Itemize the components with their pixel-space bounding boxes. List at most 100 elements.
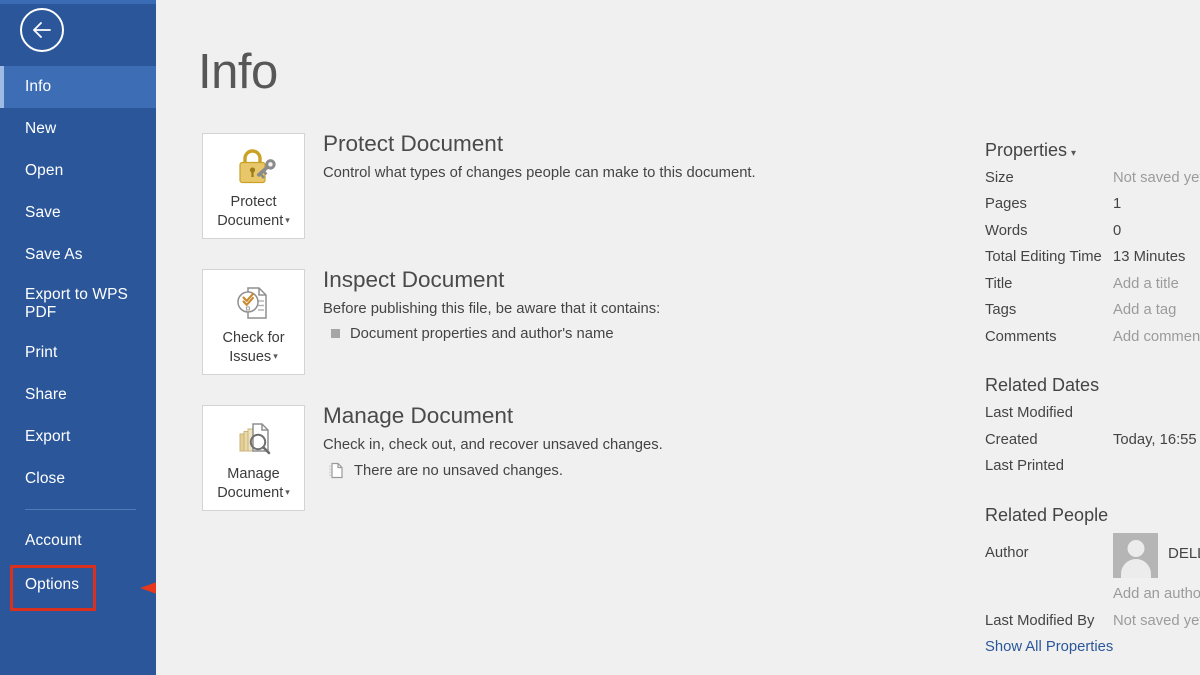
- sidebar-item-label: Share: [25, 386, 67, 404]
- list-item: There are no unsaved changes.: [323, 462, 903, 480]
- property-row-title[interactable]: Title Add a title: [985, 274, 1200, 295]
- sidebar-item-close[interactable]: Close: [0, 458, 156, 500]
- section-heading: Manage Document: [323, 403, 514, 428]
- sidebar-item-label: Export to WPS PDF: [25, 286, 128, 321]
- list-item: Document properties and author's name: [323, 326, 903, 342]
- back-arrow-icon[interactable]: [20, 8, 64, 52]
- lock-and-key-icon: [231, 144, 277, 190]
- protect-document-button[interactable]: Protect Document ▾: [202, 133, 305, 239]
- property-row-comments[interactable]: Comments Add comments: [985, 327, 1200, 348]
- chevron-down-icon: ▾: [285, 486, 290, 497]
- properties-section-title[interactable]: Properties ▾: [985, 140, 1200, 161]
- chevron-down-icon: ▾: [285, 214, 290, 225]
- property-row-size: Size Not saved yet: [985, 168, 1200, 189]
- property-label: Last Printed: [985, 458, 1064, 475]
- property-label: Created: [985, 431, 1038, 448]
- add-author-row[interactable]: Add an author: [985, 584, 1200, 605]
- property-label: Tags: [985, 302, 1017, 319]
- property-label: Last Modified: [985, 405, 1074, 422]
- sidebar-item-options[interactable]: Options: [0, 564, 156, 606]
- property-value: 1: [1113, 196, 1122, 213]
- section-description: Check in, check out, and recover unsaved…: [323, 437, 663, 454]
- avatar-head: [1127, 539, 1144, 557]
- related-people-title: Related People: [985, 504, 1109, 525]
- section-description: Before publishing this file, be aware th…: [323, 301, 661, 318]
- sidebar-item-open[interactable]: Open: [0, 150, 156, 192]
- sidebar-top-strip: [0, 0, 156, 4]
- property-row-tags[interactable]: Tags Add a tag: [985, 300, 1200, 321]
- property-label: Size: [985, 170, 1014, 186]
- sidebar-item-save[interactable]: Save: [0, 192, 156, 234]
- property-row-pages: Pages 1: [985, 194, 1200, 215]
- property-label: Comments: [985, 328, 1057, 345]
- sidebar-item-print[interactable]: Print: [0, 332, 156, 374]
- property-value[interactable]: Add a tag: [1113, 300, 1176, 321]
- square-bullet-icon: [331, 329, 340, 339]
- sidebar-item-label: Close: [25, 470, 66, 488]
- list-item-label: There are no unsaved changes.: [354, 462, 563, 479]
- show-all-properties-row[interactable]: Show All Properties: [985, 637, 1200, 658]
- inspect-document-text: Inspect Document Before publishing this …: [323, 266, 903, 342]
- document-page-icon: [328, 462, 344, 480]
- last-modified-by-row: Last Modified By Not saved yet: [985, 611, 1200, 632]
- manage-document-text: Manage Document Check in, check out, and…: [323, 402, 903, 480]
- check-for-issues-button[interactable]: Check for Issues ▾: [202, 269, 305, 375]
- add-author-link[interactable]: Add an author: [1113, 584, 1200, 605]
- sidebar-item-label: Export: [25, 428, 71, 446]
- sidebar-item-label: Account: [25, 532, 82, 550]
- avatar: [1113, 532, 1158, 578]
- sidebar-item-export[interactable]: Export: [0, 416, 156, 458]
- property-row-total-editing-time: Total Editing Time 13 Minutes: [985, 247, 1200, 268]
- backstage-sidebar: Info New Open Save Save As Export to WPS…: [0, 0, 156, 675]
- sidebar-item-label: Info: [25, 78, 52, 96]
- protect-document-text: Protect Document Control what types of c…: [323, 130, 903, 185]
- section-heading: Protect Document: [323, 131, 504, 156]
- manage-document-label: Manage Document ▾: [217, 466, 290, 501]
- sidebar-item-label: Print: [25, 344, 58, 362]
- property-label: Words: [985, 222, 1028, 239]
- manage-document-button[interactable]: Manage Document ▾: [202, 405, 305, 511]
- sidebar-item-export-to-wps-pdf[interactable]: Export to WPS PDF: [0, 276, 156, 332]
- property-value: Today, 16:55: [1113, 431, 1197, 448]
- avatar-body: [1120, 558, 1151, 578]
- sidebar-item-account[interactable]: Account: [0, 520, 156, 562]
- property-label: Author: [985, 544, 1029, 561]
- sidebar-divider: [25, 509, 136, 510]
- related-dates-title: Related Dates: [985, 375, 1100, 396]
- protect-document-label: Protect Document ▾: [217, 194, 290, 229]
- property-value[interactable]: Add a title: [1113, 274, 1179, 295]
- sidebar-item-share[interactable]: Share: [0, 374, 156, 416]
- show-all-properties-link[interactable]: Show All Properties: [985, 637, 1113, 658]
- property-label: Title: [985, 275, 1013, 292]
- sidebar-item-info[interactable]: Info: [0, 66, 156, 108]
- check-for-issues-label: Check for Issues ▾: [222, 330, 285, 365]
- properties-panel: Properties ▾ Size Not saved yet Pages 1 W…: [985, 140, 1200, 664]
- page-title: Info: [198, 45, 278, 99]
- property-value: 0: [1113, 222, 1122, 239]
- inspect-bullet-list: Document properties and author's name: [323, 326, 903, 342]
- sidebar-nav-list: Info New Open Save Save As Export to WPS…: [0, 66, 156, 606]
- sidebar-item-label: Open: [25, 162, 64, 180]
- sidebar-item-label: Save As: [25, 246, 83, 264]
- property-value: 13 Minutes: [1113, 249, 1186, 266]
- related-date-row-created: Created Today, 16:55: [985, 430, 1200, 451]
- sidebar-item-new[interactable]: New: [0, 108, 156, 150]
- related-date-row-last-printed: Last Printed: [985, 456, 1200, 477]
- manage-bullet-list: There are no unsaved changes.: [323, 462, 903, 480]
- documents-magnifier-icon: [231, 416, 277, 462]
- property-label: Total Editing Time: [985, 249, 1102, 266]
- document-check-icon: [232, 280, 276, 326]
- sidebar-item-label: New: [25, 120, 57, 138]
- property-value: Not saved yet: [1113, 612, 1200, 629]
- property-value: Not saved yet: [1113, 170, 1200, 186]
- sidebar-item-label: Options: [25, 576, 80, 594]
- chevron-down-icon: ▾: [1071, 148, 1077, 159]
- property-row-words: Words 0: [985, 221, 1200, 242]
- property-value[interactable]: Add comments: [1113, 327, 1200, 348]
- sidebar-item-save-as[interactable]: Save As: [0, 234, 156, 276]
- sidebar-item-label: Save: [25, 204, 61, 222]
- author-name: DELL: [1168, 544, 1200, 562]
- property-label: Last Modified By: [985, 612, 1095, 629]
